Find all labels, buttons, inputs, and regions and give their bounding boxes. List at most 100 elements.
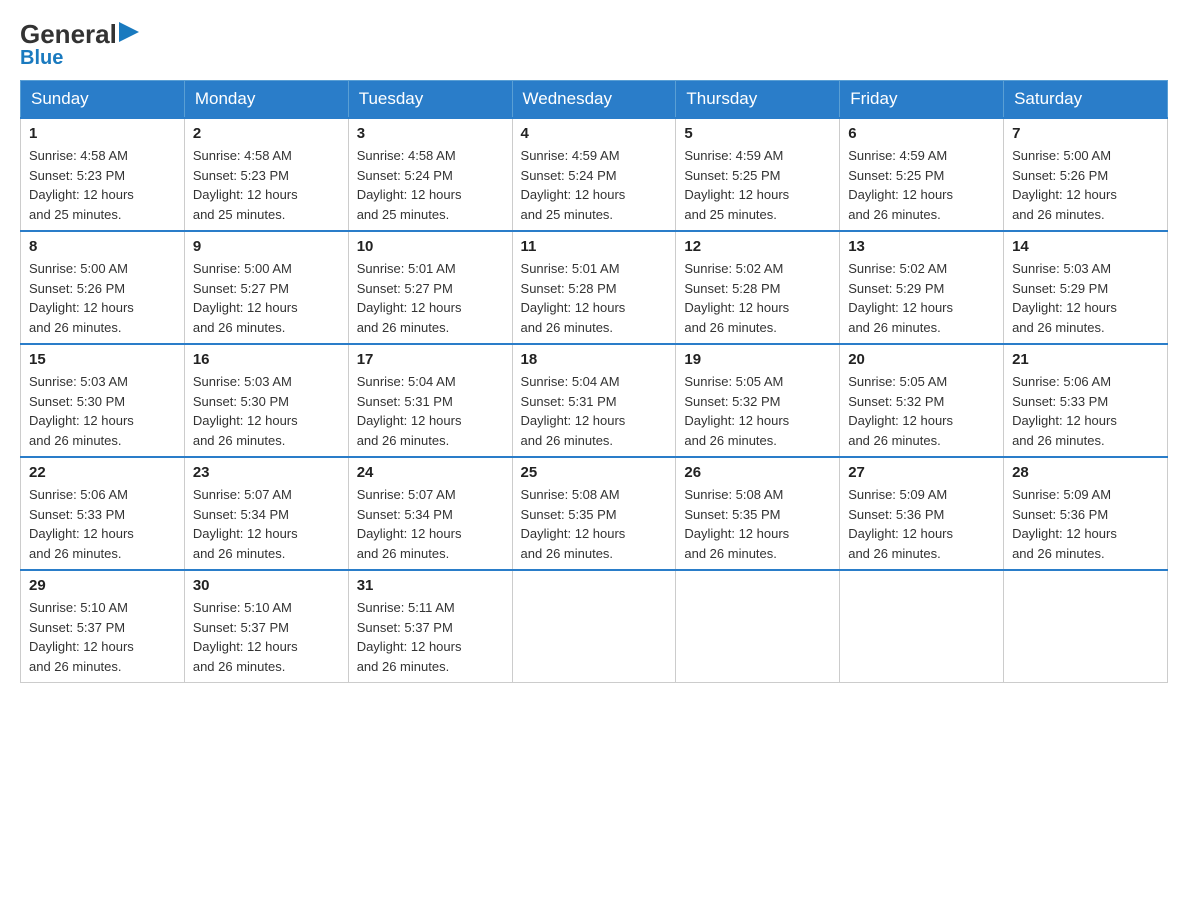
week-row-4: 22 Sunrise: 5:06 AM Sunset: 5:33 PM Dayl…	[21, 457, 1168, 570]
calendar-cell: 30 Sunrise: 5:10 AM Sunset: 5:37 PM Dayl…	[184, 570, 348, 683]
logo-blue: Blue	[20, 47, 63, 70]
calendar-cell: 1 Sunrise: 4:58 AM Sunset: 5:23 PM Dayli…	[21, 118, 185, 231]
calendar-cell: 16 Sunrise: 5:03 AM Sunset: 5:30 PM Dayl…	[184, 344, 348, 457]
calendar-cell: 11 Sunrise: 5:01 AM Sunset: 5:28 PM Dayl…	[512, 231, 676, 344]
day-number: 16	[193, 351, 340, 368]
day-info: Sunrise: 4:59 AM Sunset: 5:24 PM Dayligh…	[521, 146, 668, 224]
logo: General Blue	[20, 20, 141, 70]
calendar-cell: 7 Sunrise: 5:00 AM Sunset: 5:26 PM Dayli…	[1004, 118, 1168, 231]
calendar-cell: 26 Sunrise: 5:08 AM Sunset: 5:35 PM Dayl…	[676, 457, 840, 570]
day-number: 3	[357, 125, 504, 142]
day-number: 20	[848, 351, 995, 368]
day-number: 21	[1012, 351, 1159, 368]
day-info: Sunrise: 5:08 AM Sunset: 5:35 PM Dayligh…	[684, 485, 831, 563]
day-number: 23	[193, 464, 340, 481]
calendar-cell	[676, 570, 840, 683]
day-info: Sunrise: 5:06 AM Sunset: 5:33 PM Dayligh…	[1012, 372, 1159, 450]
day-number: 15	[29, 351, 176, 368]
day-number: 10	[357, 238, 504, 255]
day-number: 8	[29, 238, 176, 255]
page-header: General Blue	[20, 20, 1168, 70]
day-number: 2	[193, 125, 340, 142]
calendar-header-row: SundayMondayTuesdayWednesdayThursdayFrid…	[21, 81, 1168, 119]
day-info: Sunrise: 4:58 AM Sunset: 5:23 PM Dayligh…	[193, 146, 340, 224]
day-info: Sunrise: 5:11 AM Sunset: 5:37 PM Dayligh…	[357, 598, 504, 676]
calendar-cell: 6 Sunrise: 4:59 AM Sunset: 5:25 PM Dayli…	[840, 118, 1004, 231]
calendar-cell: 9 Sunrise: 5:00 AM Sunset: 5:27 PM Dayli…	[184, 231, 348, 344]
week-row-5: 29 Sunrise: 5:10 AM Sunset: 5:37 PM Dayl…	[21, 570, 1168, 683]
calendar-cell: 5 Sunrise: 4:59 AM Sunset: 5:25 PM Dayli…	[676, 118, 840, 231]
calendar-cell: 13 Sunrise: 5:02 AM Sunset: 5:29 PM Dayl…	[840, 231, 1004, 344]
day-info: Sunrise: 4:58 AM Sunset: 5:23 PM Dayligh…	[29, 146, 176, 224]
day-number: 27	[848, 464, 995, 481]
calendar-cell: 20 Sunrise: 5:05 AM Sunset: 5:32 PM Dayl…	[840, 344, 1004, 457]
day-number: 9	[193, 238, 340, 255]
day-number: 31	[357, 577, 504, 594]
day-info: Sunrise: 5:08 AM Sunset: 5:35 PM Dayligh…	[521, 485, 668, 563]
calendar-cell: 18 Sunrise: 5:04 AM Sunset: 5:31 PM Dayl…	[512, 344, 676, 457]
day-info: Sunrise: 5:09 AM Sunset: 5:36 PM Dayligh…	[1012, 485, 1159, 563]
calendar-cell: 22 Sunrise: 5:06 AM Sunset: 5:33 PM Dayl…	[21, 457, 185, 570]
calendar-cell: 17 Sunrise: 5:04 AM Sunset: 5:31 PM Dayl…	[348, 344, 512, 457]
calendar-cell: 23 Sunrise: 5:07 AM Sunset: 5:34 PM Dayl…	[184, 457, 348, 570]
calendar-cell: 15 Sunrise: 5:03 AM Sunset: 5:30 PM Dayl…	[21, 344, 185, 457]
calendar-cell: 28 Sunrise: 5:09 AM Sunset: 5:36 PM Dayl…	[1004, 457, 1168, 570]
day-info: Sunrise: 5:07 AM Sunset: 5:34 PM Dayligh…	[357, 485, 504, 563]
day-number: 7	[1012, 125, 1159, 142]
header-saturday: Saturday	[1004, 81, 1168, 119]
day-info: Sunrise: 5:09 AM Sunset: 5:36 PM Dayligh…	[848, 485, 995, 563]
day-info: Sunrise: 5:01 AM Sunset: 5:28 PM Dayligh…	[521, 259, 668, 337]
calendar-cell	[840, 570, 1004, 683]
day-info: Sunrise: 5:06 AM Sunset: 5:33 PM Dayligh…	[29, 485, 176, 563]
header-monday: Monday	[184, 81, 348, 119]
day-info: Sunrise: 4:59 AM Sunset: 5:25 PM Dayligh…	[848, 146, 995, 224]
day-number: 26	[684, 464, 831, 481]
day-number: 1	[29, 125, 176, 142]
day-number: 11	[521, 238, 668, 255]
day-info: Sunrise: 5:04 AM Sunset: 5:31 PM Dayligh…	[521, 372, 668, 450]
header-wednesday: Wednesday	[512, 81, 676, 119]
day-info: Sunrise: 5:10 AM Sunset: 5:37 PM Dayligh…	[193, 598, 340, 676]
day-number: 13	[848, 238, 995, 255]
day-info: Sunrise: 5:05 AM Sunset: 5:32 PM Dayligh…	[848, 372, 995, 450]
day-info: Sunrise: 5:07 AM Sunset: 5:34 PM Dayligh…	[193, 485, 340, 563]
day-info: Sunrise: 5:03 AM Sunset: 5:29 PM Dayligh…	[1012, 259, 1159, 337]
day-number: 19	[684, 351, 831, 368]
logo-general: General	[20, 21, 117, 47]
day-number: 24	[357, 464, 504, 481]
day-number: 22	[29, 464, 176, 481]
day-info: Sunrise: 5:00 AM Sunset: 5:26 PM Dayligh…	[1012, 146, 1159, 224]
calendar-cell: 12 Sunrise: 5:02 AM Sunset: 5:28 PM Dayl…	[676, 231, 840, 344]
day-info: Sunrise: 5:03 AM Sunset: 5:30 PM Dayligh…	[193, 372, 340, 450]
calendar-cell: 19 Sunrise: 5:05 AM Sunset: 5:32 PM Dayl…	[676, 344, 840, 457]
day-info: Sunrise: 5:04 AM Sunset: 5:31 PM Dayligh…	[357, 372, 504, 450]
day-number: 14	[1012, 238, 1159, 255]
day-number: 30	[193, 577, 340, 594]
day-number: 18	[521, 351, 668, 368]
day-info: Sunrise: 5:10 AM Sunset: 5:37 PM Dayligh…	[29, 598, 176, 676]
header-thursday: Thursday	[676, 81, 840, 119]
day-info: Sunrise: 5:05 AM Sunset: 5:32 PM Dayligh…	[684, 372, 831, 450]
calendar-cell: 21 Sunrise: 5:06 AM Sunset: 5:33 PM Dayl…	[1004, 344, 1168, 457]
calendar-cell: 27 Sunrise: 5:09 AM Sunset: 5:36 PM Dayl…	[840, 457, 1004, 570]
day-number: 17	[357, 351, 504, 368]
calendar-cell: 31 Sunrise: 5:11 AM Sunset: 5:37 PM Dayl…	[348, 570, 512, 683]
day-info: Sunrise: 5:00 AM Sunset: 5:27 PM Dayligh…	[193, 259, 340, 337]
day-info: Sunrise: 5:03 AM Sunset: 5:30 PM Dayligh…	[29, 372, 176, 450]
day-info: Sunrise: 5:01 AM Sunset: 5:27 PM Dayligh…	[357, 259, 504, 337]
day-number: 25	[521, 464, 668, 481]
calendar-cell: 8 Sunrise: 5:00 AM Sunset: 5:26 PM Dayli…	[21, 231, 185, 344]
logo-triangle-icon	[119, 22, 141, 42]
calendar-cell	[512, 570, 676, 683]
calendar-cell: 4 Sunrise: 4:59 AM Sunset: 5:24 PM Dayli…	[512, 118, 676, 231]
day-number: 6	[848, 125, 995, 142]
day-number: 5	[684, 125, 831, 142]
day-number: 28	[1012, 464, 1159, 481]
calendar-cell: 14 Sunrise: 5:03 AM Sunset: 5:29 PM Dayl…	[1004, 231, 1168, 344]
week-row-1: 1 Sunrise: 4:58 AM Sunset: 5:23 PM Dayli…	[21, 118, 1168, 231]
day-number: 4	[521, 125, 668, 142]
header-friday: Friday	[840, 81, 1004, 119]
day-info: Sunrise: 4:59 AM Sunset: 5:25 PM Dayligh…	[684, 146, 831, 224]
calendar-cell: 3 Sunrise: 4:58 AM Sunset: 5:24 PM Dayli…	[348, 118, 512, 231]
header-sunday: Sunday	[21, 81, 185, 119]
